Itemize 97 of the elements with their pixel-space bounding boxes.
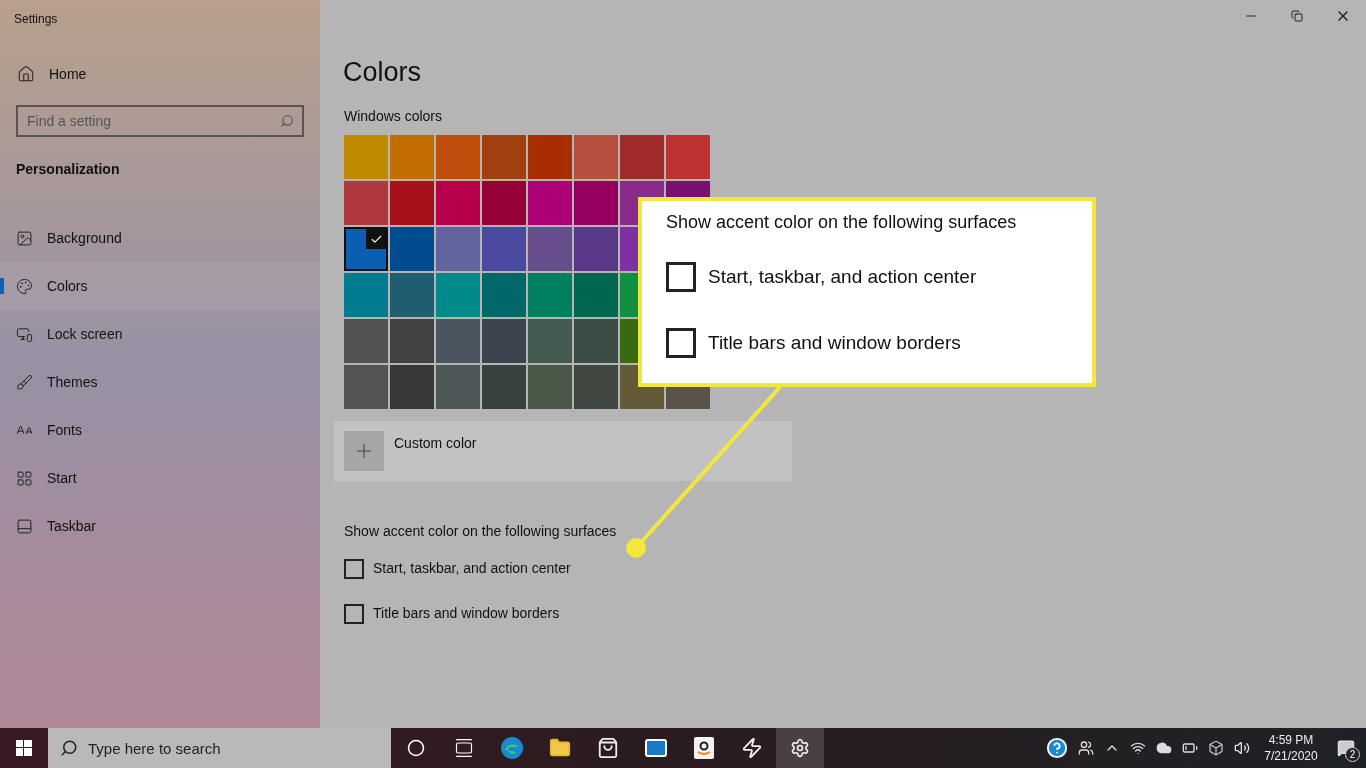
notification-button[interactable]: 2 bbox=[1326, 728, 1366, 768]
color-swatch[interactable] bbox=[344, 135, 388, 179]
color-swatch[interactable] bbox=[390, 181, 434, 225]
task-view-icon bbox=[454, 738, 474, 758]
color-swatch[interactable] bbox=[436, 365, 480, 409]
folder-icon bbox=[549, 737, 571, 759]
shopping-bag-icon bbox=[597, 737, 619, 759]
color-swatch[interactable] bbox=[574, 365, 618, 409]
color-swatch[interactable] bbox=[390, 365, 434, 409]
home-link[interactable]: Home bbox=[49, 63, 87, 85]
custom-color-button[interactable]: Custom color bbox=[334, 421, 792, 481]
callout-checkbox-label: Start, taskbar, and action center bbox=[708, 264, 977, 289]
browser-icon bbox=[500, 736, 524, 760]
color-swatch[interactable] bbox=[390, 273, 434, 317]
color-swatch[interactable] bbox=[390, 135, 434, 179]
checkbox[interactable] bbox=[666, 328, 696, 358]
sidebar-item[interactable]: Lock screen bbox=[0, 310, 320, 358]
taskbar-icon bbox=[16, 517, 33, 535]
color-swatch[interactable] bbox=[344, 181, 388, 225]
box-icon[interactable] bbox=[1208, 740, 1224, 756]
search-field[interactable]: Find a setting bbox=[16, 105, 304, 137]
color-swatch[interactable] bbox=[482, 135, 526, 179]
search-icon bbox=[60, 739, 78, 757]
color-swatch[interactable] bbox=[482, 181, 526, 225]
volume-icon[interactable] bbox=[1234, 740, 1250, 756]
color-swatch[interactable] bbox=[528, 135, 572, 179]
color-swatch[interactable] bbox=[482, 319, 526, 363]
checkbox[interactable] bbox=[344, 603, 364, 624]
section-label: Windows colors bbox=[344, 107, 444, 126]
color-swatch[interactable] bbox=[390, 319, 434, 363]
callout-checkbox-label: Title bars and window borders bbox=[708, 330, 961, 355]
sidebar-item[interactable]: Background bbox=[0, 214, 320, 262]
plus-icon bbox=[344, 431, 384, 471]
circle-icon bbox=[407, 739, 425, 757]
window-title: Settings bbox=[13, 11, 59, 28]
checkbox[interactable] bbox=[666, 262, 696, 292]
search-icon bbox=[280, 114, 294, 128]
color-swatch[interactable] bbox=[344, 365, 388, 409]
brush-icon bbox=[16, 373, 33, 391]
color-swatch[interactable] bbox=[482, 273, 526, 317]
color-swatch[interactable] bbox=[436, 135, 480, 179]
palette-icon bbox=[16, 277, 33, 295]
people-icon[interactable] bbox=[1078, 740, 1094, 756]
tiles-icon bbox=[16, 469, 33, 487]
color-swatch[interactable] bbox=[482, 365, 526, 409]
home-icon bbox=[17, 65, 35, 83]
color-swatch[interactable] bbox=[436, 181, 480, 225]
color-swatch[interactable] bbox=[528, 181, 572, 225]
checkbox[interactable] bbox=[344, 558, 364, 579]
color-swatch[interactable] bbox=[574, 135, 618, 179]
cloud-icon[interactable] bbox=[1156, 740, 1172, 756]
picture-icon bbox=[16, 229, 33, 247]
selection-bar bbox=[0, 278, 4, 294]
shop-logo-icon bbox=[694, 737, 714, 759]
color-swatch[interactable] bbox=[574, 319, 618, 363]
color-swatch[interactable] bbox=[620, 135, 664, 179]
sidebar-item[interactable]: Themes bbox=[0, 358, 320, 406]
color-swatch[interactable] bbox=[574, 227, 618, 271]
taskbar-search-field[interactable]: Type here to search bbox=[48, 728, 391, 768]
callout-heading: Show accent color on the following surfaces bbox=[666, 211, 1018, 234]
color-swatch[interactable] bbox=[666, 135, 710, 179]
sidebar-item[interactable]: Taskbar bbox=[0, 502, 320, 550]
sidebar-item[interactable]: Colors bbox=[0, 262, 320, 310]
notification-count: 2 bbox=[1345, 747, 1360, 762]
check-icon bbox=[366, 229, 386, 249]
color-swatch[interactable] bbox=[436, 227, 480, 271]
color-swatch[interactable] bbox=[344, 227, 388, 271]
clock[interactable]: 4:59 PM 7/21/2020 bbox=[1256, 732, 1326, 764]
color-swatch[interactable] bbox=[528, 365, 572, 409]
page-title: Colors bbox=[343, 56, 423, 89]
section-heading: Show accent color on the following surfaces bbox=[344, 522, 618, 541]
bolt-icon bbox=[741, 737, 763, 759]
sidebar-item[interactable]: Fonts bbox=[0, 406, 320, 454]
checkbox-label: Title bars and window borders bbox=[373, 604, 560, 623]
wifi-icon[interactable] bbox=[1130, 740, 1146, 756]
color-swatch[interactable] bbox=[482, 227, 526, 271]
sidebar-item[interactable]: Start bbox=[0, 454, 320, 502]
help-icon[interactable] bbox=[1046, 737, 1068, 759]
restore-icon bbox=[1291, 10, 1303, 22]
screen-lock-icon bbox=[16, 325, 33, 343]
color-swatch[interactable] bbox=[528, 273, 572, 317]
taskbar-button[interactable] bbox=[776, 728, 824, 768]
windows-logo-icon bbox=[16, 740, 32, 756]
color-swatch[interactable] bbox=[528, 319, 572, 363]
mail-icon bbox=[644, 736, 668, 760]
color-swatch[interactable] bbox=[390, 227, 434, 271]
color-swatch[interactable] bbox=[436, 319, 480, 363]
checkbox-label: Start, taskbar, and action center bbox=[373, 559, 571, 578]
battery-icon[interactable] bbox=[1182, 740, 1198, 756]
color-swatch[interactable] bbox=[436, 273, 480, 317]
color-swatch[interactable] bbox=[574, 273, 618, 317]
color-swatch[interactable] bbox=[344, 319, 388, 363]
color-swatch[interactable] bbox=[528, 227, 572, 271]
color-swatch[interactable] bbox=[344, 273, 388, 317]
settings-icon bbox=[790, 738, 810, 758]
section-heading: Personalization bbox=[15, 160, 121, 179]
color-swatch[interactable] bbox=[574, 181, 618, 225]
